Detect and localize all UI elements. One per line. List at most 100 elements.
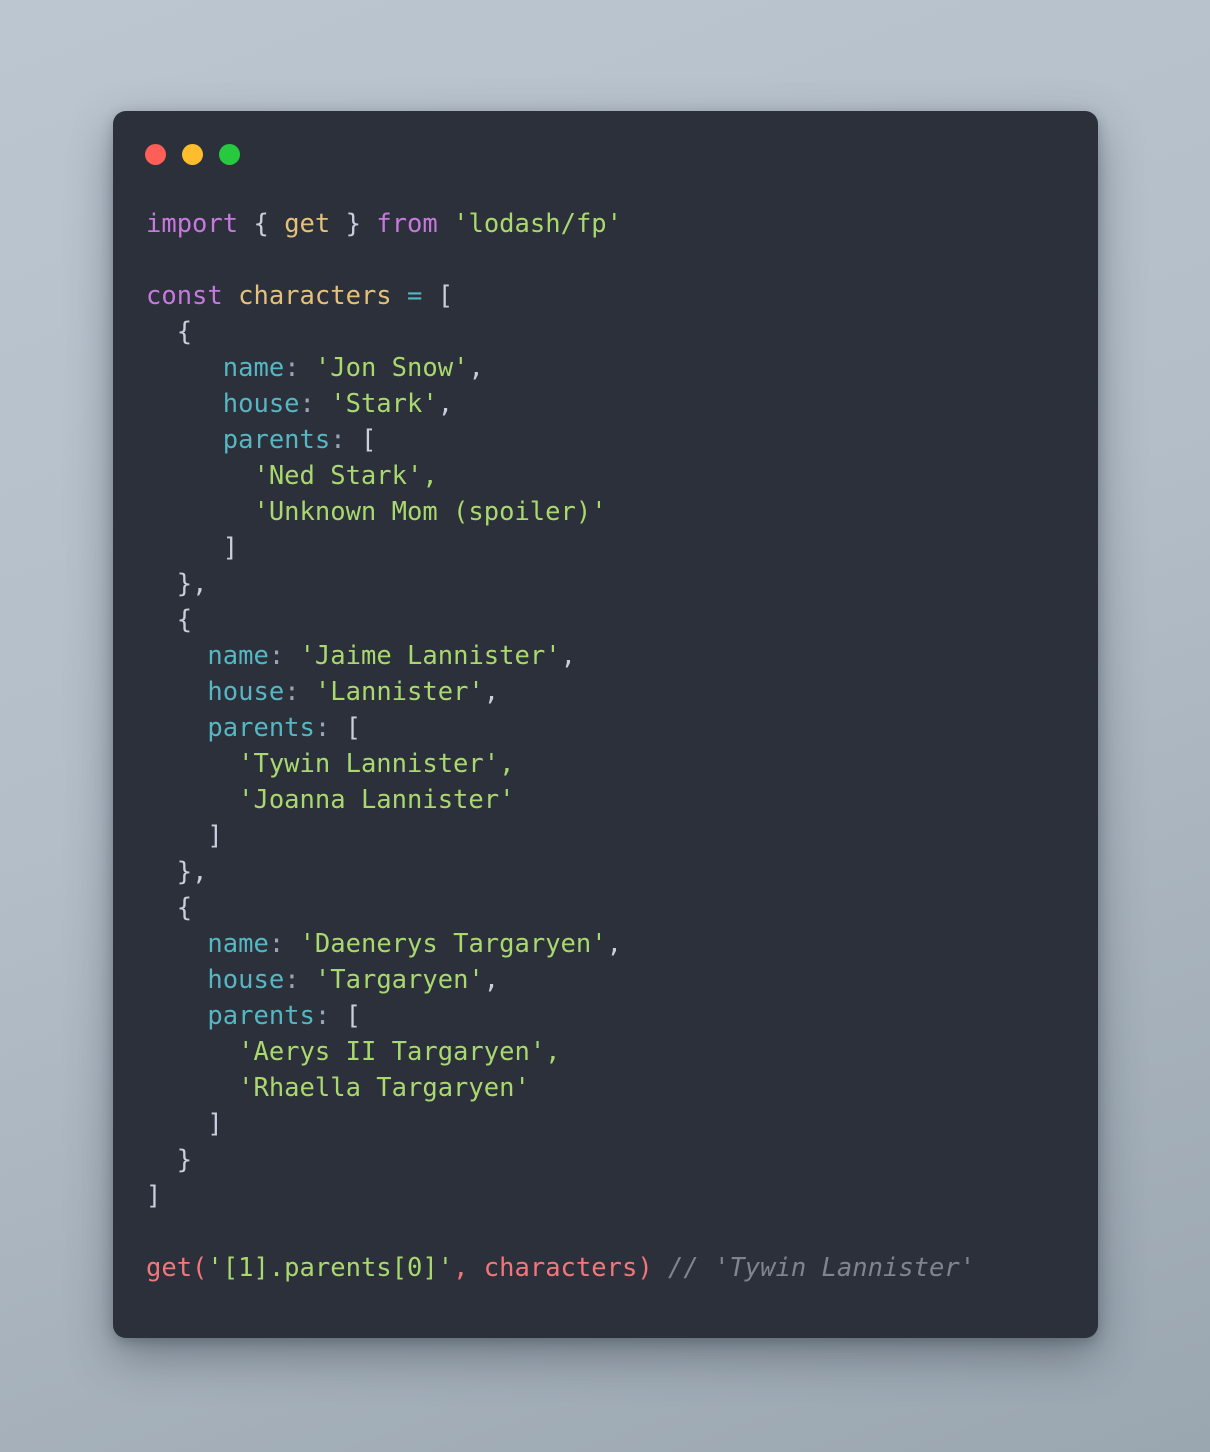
code-line-declaration: const characters = [ (146, 278, 1088, 314)
prop-house-1: house (222, 389, 300, 419)
code-line-obj1-close: }, (146, 566, 1088, 602)
code-block: import { get } from 'lodash/fp' const ch… (146, 206, 1088, 1286)
parents-open-bracket-1: [ (360, 425, 377, 455)
code-line-obj3-open: { (146, 890, 1088, 926)
prop-parents-2: parents (207, 713, 315, 743)
parents-close-bracket-1: ] (222, 533, 239, 563)
code-line-obj1-name: name: 'Jon Snow', (146, 350, 1088, 386)
object-close-brace-3: } (176, 1145, 193, 1175)
array-close-bracket: ] (146, 1181, 162, 1211)
code-line-obj2-parents-close: ] (146, 818, 1088, 854)
colon-1c: : (330, 425, 346, 455)
brace-close: } (345, 209, 361, 239)
code-line-blank-2 (146, 1214, 1088, 1250)
comma-3a: , (606, 929, 622, 959)
brace-open: { (253, 209, 269, 239)
code-line-obj2-parent-0: 'Tywin Lannister', (146, 746, 1088, 782)
screenshot-stage: import { get } from 'lodash/fp' const ch… (0, 0, 1210, 1452)
colon-2c: : (314, 713, 331, 743)
identifier-characters: characters (238, 281, 392, 311)
parents-close-bracket-2: ] (207, 821, 223, 851)
result-comment: // 'Tywin Lannister' (668, 1253, 976, 1283)
code-line-obj1-parents: parents: [ (146, 422, 1088, 458)
parent-value-3-0: 'Aerys II Targaryen', (238, 1037, 561, 1067)
code-line-result: get('[1].parents[0]', characters) // 'Ty… (146, 1250, 1088, 1286)
maximize-window-button[interactable] (219, 144, 240, 165)
code-window: import { get } from 'lodash/fp' const ch… (113, 111, 1098, 1338)
comma-2b: , (483, 677, 500, 707)
code-line-obj2-close: }, (146, 854, 1088, 890)
minimize-window-button[interactable] (182, 144, 203, 165)
code-line-obj1-house: house: 'Stark', (146, 386, 1088, 422)
argument-path: '[1].parents[0]' (207, 1253, 454, 1283)
code-line-obj3-name: name: 'Daenerys Targaryen', (146, 926, 1088, 962)
value-name-1: 'Jon Snow' (314, 353, 469, 383)
parent-value-2-0: 'Tywin Lannister', (238, 749, 515, 779)
colon-1a: : (284, 353, 300, 383)
comma-1a: , (468, 353, 484, 383)
code-line-blank-1 (146, 242, 1088, 278)
close-window-button[interactable] (145, 144, 166, 165)
keyword-from: from (376, 209, 438, 239)
parent-value-2-1: 'Joanna Lannister' (238, 785, 515, 815)
parent-value-1-1: 'Unknown Mom (spoiler)' (253, 497, 607, 527)
code-line-obj3-parent-0: 'Aerys II Targaryen', (146, 1034, 1088, 1070)
argument-characters: characters (483, 1253, 638, 1283)
code-line-import: import { get } from 'lodash/fp' (146, 206, 1088, 242)
code-line-obj1-open: { (146, 314, 1088, 350)
code-line-obj1-parents-close: ] (146, 530, 1088, 566)
colon-2a: : (268, 641, 285, 671)
value-name-2: 'Jaime Lannister' (299, 641, 561, 671)
parents-close-bracket-3: ] (207, 1109, 223, 1139)
code-line-obj2-name: name: 'Jaime Lannister', (146, 638, 1088, 674)
comma-3b: , (483, 965, 500, 995)
comma-2a: , (560, 641, 576, 671)
object-open-brace-3: { (176, 893, 193, 923)
keyword-const: const (146, 281, 223, 311)
value-house-2: 'Lannister' (314, 677, 484, 707)
colon-3b: : (284, 965, 300, 995)
value-name-3: 'Daenerys Targaryen' (299, 929, 607, 959)
code-line-obj2-parent-1: 'Joanna Lannister' (146, 782, 1088, 818)
code-editor-area[interactable]: import { get } from 'lodash/fp' const ch… (146, 206, 1088, 1286)
code-line-obj3-parents-close: ] (146, 1106, 1088, 1142)
code-line-obj1-parent-0: 'Ned Stark', (146, 458, 1088, 494)
imported-member-get: get (284, 209, 331, 239)
code-line-obj3-house: house: 'Targaryen', (146, 962, 1088, 998)
prop-house-3: house (207, 965, 285, 995)
code-line-obj3-parent-1: 'Rhaella Targaryen' (146, 1070, 1088, 1106)
object-close-brace-1: }, (176, 569, 208, 599)
parents-open-bracket-3: [ (345, 1001, 361, 1031)
code-line-obj2-parents: parents: [ (146, 710, 1088, 746)
prop-parents-1: parents (222, 425, 331, 455)
colon-1b: : (299, 389, 315, 419)
object-close-brace-2: }, (176, 857, 208, 887)
operator-assign: = (407, 281, 423, 311)
array-open-bracket: [ (437, 281, 454, 311)
keyword-import: import (146, 209, 239, 239)
prop-name-2: name (207, 641, 269, 671)
code-line-obj3-parents: parents: [ (146, 998, 1088, 1034)
code-line-obj1-parent-1: 'Unknown Mom (spoiler)' (146, 494, 1088, 530)
prop-house-2: house (207, 677, 285, 707)
prop-name-1: name (222, 353, 285, 383)
object-open-brace-1: { (176, 317, 193, 347)
call-get-close: ) (637, 1253, 653, 1283)
colon-3a: : (268, 929, 285, 959)
code-line-obj2-house: house: 'Lannister', (146, 674, 1088, 710)
object-open-brace-2: { (176, 605, 193, 635)
value-house-1: 'Stark' (330, 389, 438, 419)
argument-comma: , (453, 1253, 469, 1283)
window-titlebar (145, 144, 240, 165)
prop-parents-3: parents (207, 1001, 315, 1031)
code-line-obj2-open: { (146, 602, 1088, 638)
comma-1b: , (437, 389, 454, 419)
code-line-obj3-close: } (146, 1142, 1088, 1178)
parent-value-1-0: 'Ned Stark', (253, 461, 438, 491)
module-path: 'lodash/fp' (453, 209, 623, 239)
code-line-array-close: ] (146, 1178, 1088, 1214)
prop-name-3: name (207, 929, 269, 959)
call-get-open: get( (146, 1253, 208, 1283)
colon-3c: : (314, 1001, 331, 1031)
parent-value-3-1: 'Rhaella Targaryen' (238, 1073, 530, 1103)
